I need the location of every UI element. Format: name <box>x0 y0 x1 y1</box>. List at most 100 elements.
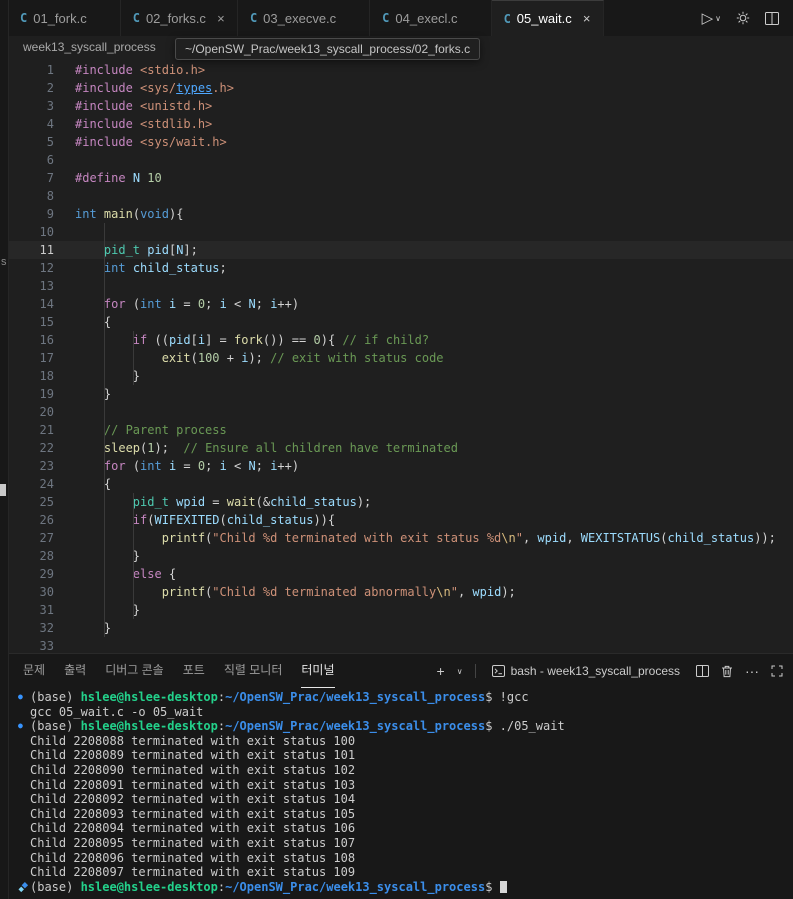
command-decoration-icon[interactable]: ● <box>18 719 23 734</box>
indent-guide <box>133 493 134 619</box>
new-terminal-button[interactable]: + <box>437 663 445 679</box>
code-line[interactable]: 6 <box>8 151 793 169</box>
terminal-line: ● (base) hslee@hslee-desktop:~/OpenSW_Pra… <box>18 719 793 734</box>
terminal-text: Child 2208097 terminated with exit statu… <box>30 865 356 880</box>
token: #include <box>75 63 133 77</box>
command-sparkle-icon[interactable] <box>18 881 29 899</box>
code-line[interactable]: 13 <box>8 277 793 295</box>
chevron-down-icon: ∨ <box>715 13 721 23</box>
code-line[interactable]: 9 int main(void){ <box>8 205 793 223</box>
code-line[interactable]: 21 // Parent process <box>8 421 793 439</box>
terminal-text: hslee@hslee-desktop <box>80 719 218 734</box>
code-line[interactable]: 24 { <box>8 475 793 493</box>
token: main <box>103 207 133 221</box>
panel-header: 문제 출력 디버그 콘솔 포트 직렬 모니터 터미널 + ∨ bash - week13_… <box>8 654 793 688</box>
code-line[interactable]: 3 #include <unistd.h> <box>8 97 793 115</box>
editor-tab-04_execl.c[interactable]: C 04_execl.c <box>370 0 492 36</box>
code-line[interactable]: 28 } <box>8 547 793 565</box>
token: )){ <box>313 513 336 527</box>
code-line[interactable]: 17 exit(100 + i); // exit with status co… <box>8 349 793 367</box>
code-line[interactable]: 22 sleep(1); // Ensure all children have… <box>8 439 793 457</box>
code-line[interactable]: 7 #define N 10 <box>8 169 793 187</box>
token: { <box>161 567 177 581</box>
run-code-button[interactable]: ▷ ∨ <box>702 9 721 27</box>
breadcrumb-folder[interactable]: week13_syscall_process <box>23 40 156 54</box>
terminal-text: : <box>217 879 226 894</box>
editor-tab-05_wait.c[interactable]: C 05_wait.c × <box>491 0 604 36</box>
code-line[interactable]: 29 else { <box>8 565 793 583</box>
line-number: 3 <box>46 99 54 113</box>
code-text: if ((pid[i] = fork()) == 0){ // if child… <box>75 331 429 349</box>
terminal-line: (base) hslee@hslee-desktop:~/OpenSW_Prac… <box>18 879 793 895</box>
panel-tab-ports[interactable]: 포트 <box>183 654 205 687</box>
code-line[interactable]: 8 <box>8 187 793 205</box>
line-number: 13 <box>39 279 54 293</box>
code-line[interactable]: 30 printf("Child %d terminated abnormall… <box>8 583 793 601</box>
code-line[interactable]: 20 <box>8 403 793 421</box>
panel-tab-problems[interactable]: 문제 <box>23 654 45 687</box>
editor-tab-01_fork.c[interactable]: C 01_fork.c <box>8 0 121 36</box>
terminal-profile-chevron-icon[interactable]: ∨ <box>457 667 463 676</box>
c-file-icon: C <box>132 11 140 25</box>
code-line[interactable]: 15 { <box>8 313 793 331</box>
split-terminal-icon[interactable] <box>696 665 709 677</box>
code-lines: 1 #include <stdio.h> 2 #include <sys/types.… <box>8 61 793 653</box>
terminal-line: Child 2208092 terminated with exit statu… <box>30 792 793 807</box>
panel-tab-terminal[interactable]: 터미널 <box>301 654 335 688</box>
code-line[interactable]: 4 #include <stdlib.h> <box>8 115 793 133</box>
token: 0 <box>313 333 321 347</box>
editor-tab-02_forks.c[interactable]: C 02_forks.c × <box>120 0 238 36</box>
code-text: int main(void){ <box>75 205 183 223</box>
token: child_status <box>270 495 357 509</box>
token: .h> <box>212 81 234 95</box>
maximize-panel-icon[interactable] <box>771 665 783 677</box>
terminal-instance-item[interactable]: bash - week13_syscall_process <box>491 664 680 678</box>
code-line[interactable]: 2 #include <sys/types.h> <box>8 79 793 97</box>
token: ; <box>205 297 220 311</box>
line-number: 12 <box>39 261 54 275</box>
panel-tab-serial-monitor[interactable]: 직렬 모니터 <box>224 654 283 687</box>
code-line[interactable]: 27 printf ("Child %d terminated with exit… <box>8 529 793 547</box>
code-text: else { <box>75 565 176 583</box>
token: int <box>140 459 162 473</box>
code-line[interactable]: 1 #include <stdio.h> <box>8 61 793 79</box>
code-line[interactable]: 26 if(WIFEXITED(child_status)){ <box>8 511 793 529</box>
terminal[interactable]: ● (base) hslee@hslee-desktop:~/OpenSW_Pra… <box>8 690 793 899</box>
code-line[interactable]: 31 } <box>8 601 793 619</box>
code-line[interactable]: 32 } <box>8 619 793 637</box>
code-line[interactable]: 19 } <box>8 385 793 403</box>
code-line[interactable]: 12 int child_status; <box>8 259 793 277</box>
more-actions-icon[interactable]: ··· <box>745 663 759 679</box>
panel-tab-output[interactable]: 출력 <box>64 654 86 687</box>
code-line[interactable]: 33 <box>8 637 793 653</box>
token: " <box>515 531 523 545</box>
code-line[interactable]: 14 for (int i = 0; i < N; i++) <box>8 295 793 313</box>
code-line[interactable]: 11 pid_t pid[N]; <box>8 241 793 259</box>
command-decoration-icon[interactable]: ● <box>18 690 23 705</box>
code-line[interactable]: 18 } <box>8 367 793 385</box>
close-icon[interactable]: × <box>213 11 229 26</box>
code-text: // Parent process <box>75 421 227 439</box>
code-text: #include <stdlib.h> <box>75 115 212 133</box>
terminal-line: Child 2208090 terminated with exit statu… <box>30 763 793 778</box>
code-editor[interactable]: 1 #include <stdio.h> 2 #include <sys/types.… <box>8 58 793 653</box>
code-text: #include <unistd.h> <box>75 97 212 115</box>
settings-gear-icon[interactable] <box>736 11 750 25</box>
line-number: 2 <box>46 81 54 95</box>
editor-tab-03_execve.c[interactable]: C 03_execve.c <box>237 0 371 36</box>
kill-terminal-icon[interactable] <box>721 665 733 678</box>
vscode-window: s C 01_fork.c C 02_forks.c × C 03_execve.c C 04_… <box>0 0 793 899</box>
code-line[interactable]: 10 <box>8 223 793 241</box>
code-line[interactable]: 5 #include <sys/wait.h> <box>8 133 793 151</box>
token: ( <box>660 531 668 545</box>
split-editor-icon[interactable] <box>765 11 779 25</box>
terminal-text: !gcc <box>499 690 529 704</box>
token: { <box>75 315 112 329</box>
panel-tab-debug-console[interactable]: 디버그 콘솔 <box>105 654 164 687</box>
code-line[interactable]: 23 for (int i = 0; i < N; i++) <box>8 457 793 475</box>
code-line[interactable]: 16 if ((pid[i] = fork()) == 0){ // if ch… <box>8 331 793 349</box>
close-icon[interactable]: × <box>579 11 595 26</box>
code-line[interactable]: 25 pid_t wpid = wait(&child_status); <box>8 493 793 511</box>
